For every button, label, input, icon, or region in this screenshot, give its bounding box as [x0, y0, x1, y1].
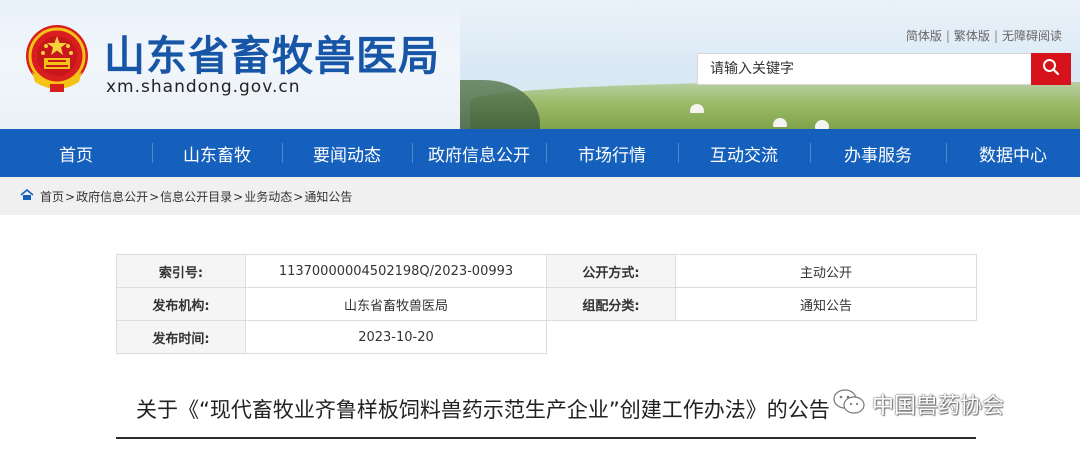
nav-item-market[interactable]: 市场行情: [546, 129, 678, 177]
article-title: 关于《“现代畜牧业齐鲁样板饲料兽药示范生产企业”创建工作办法》的公告: [136, 398, 830, 422]
breadcrumb-item-home[interactable]: 首页: [40, 188, 64, 205]
search-box: [697, 53, 1071, 85]
site-header: 山东省畜牧兽医局 xm.shandong.gov.cn 简体版 | 繁体版 | 无障碍阅…: [0, 0, 1080, 129]
banner-yurt: [690, 104, 704, 113]
banner-yurt: [773, 118, 787, 127]
publish-date-label: 发布时间:: [116, 320, 246, 354]
breadcrumb-separator: >: [293, 189, 304, 204]
empty-cell: [676, 321, 977, 354]
wechat-icon: [832, 388, 866, 420]
watermark-text: 中国兽药协会: [872, 394, 1005, 419]
nav-item-home[interactable]: 首页: [0, 129, 152, 177]
publisher-value: 山东省畜牧兽医局: [245, 287, 547, 321]
traditional-link[interactable]: 繁体版: [954, 29, 990, 43]
top-links-separator: |: [945, 29, 950, 43]
banner-yurt: [815, 120, 829, 129]
nav-item-gov-info-disclosure[interactable]: 政府信息公开: [412, 129, 546, 177]
top-links-separator: |: [993, 29, 998, 43]
national-emblem-logo[interactable]: [22, 22, 92, 94]
breadcrumb-separator: >: [149, 189, 160, 204]
home-icon: [20, 188, 34, 204]
main-nav: 首页 山东畜牧 要闻动态 政府信息公开 市场行情 互动交流 办事服务 数据中心: [0, 129, 1080, 177]
index-number-label: 索引号:: [116, 254, 246, 288]
publish-date-value: 2023-10-20: [245, 320, 547, 354]
nav-item-services[interactable]: 办事服务: [810, 129, 946, 177]
nav-item-interaction[interactable]: 互动交流: [678, 129, 810, 177]
breadcrumb-separator: >: [233, 189, 244, 204]
category-label: 组配分类:: [546, 287, 676, 321]
breadcrumb: 首页 > 政府信息公开 > 信息公开目录 > 业务动态 > 通知公告: [20, 188, 352, 205]
top-links: 简体版 | 繁体版 | 无障碍阅读: [906, 27, 1062, 44]
index-number-value: 11370000004502198Q/2023-00993: [245, 254, 547, 288]
public-method-value: 主动公开: [675, 254, 977, 288]
site-title[interactable]: 山东省畜牧兽医局: [104, 22, 440, 82]
breadcrumb-separator: >: [65, 189, 76, 204]
search-input[interactable]: [698, 54, 1032, 84]
breadcrumb-item-gov-info[interactable]: 政府信息公开: [76, 188, 148, 205]
search-icon: [1042, 58, 1060, 80]
publisher-label: 发布机构:: [116, 287, 246, 321]
search-button[interactable]: [1031, 53, 1071, 85]
public-method-label: 公开方式:: [546, 254, 676, 288]
nav-item-news[interactable]: 要闻动态: [282, 129, 412, 177]
breadcrumb-item-notices[interactable]: 通知公告: [304, 188, 352, 205]
empty-cell: [547, 321, 676, 354]
breadcrumb-item-catalog[interactable]: 信息公开目录: [160, 188, 232, 205]
nav-item-data-center[interactable]: 数据中心: [946, 129, 1080, 177]
accessible-reading-link[interactable]: 无障碍阅读: [1002, 29, 1062, 43]
document-info-table: 索引号: 11370000004502198Q/2023-00993 公开方式:…: [116, 254, 977, 354]
breadcrumb-item-business-news[interactable]: 业务动态: [244, 188, 292, 205]
title-divider: [116, 437, 976, 439]
breadcrumb-bar: 首页 > 政府信息公开 > 信息公开目录 > 业务动态 > 通知公告: [0, 177, 1080, 215]
nav-item-shandong-livestock[interactable]: 山东畜牧: [152, 129, 282, 177]
wechat-watermark: 中国兽药协会: [832, 388, 1004, 420]
site-domain: xm.shandong.gov.cn: [106, 77, 301, 97]
simplified-link[interactable]: 简体版: [906, 29, 942, 43]
category-value: 通知公告: [675, 287, 977, 321]
